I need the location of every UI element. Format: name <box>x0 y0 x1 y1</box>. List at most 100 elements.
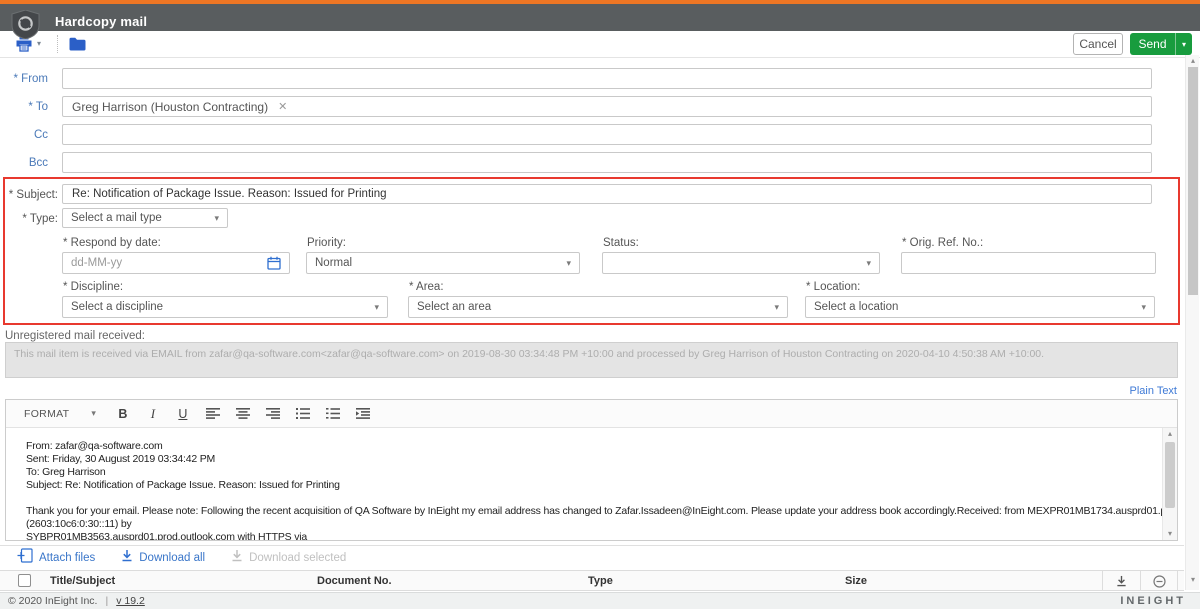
priority-select[interactable]: Normal ▾ <box>306 252 580 274</box>
column-type: Type <box>588 575 613 587</box>
priority-value: Normal <box>315 257 352 269</box>
send-button[interactable]: Send ▾ <box>1130 33 1192 55</box>
footer-divider: | <box>105 595 108 607</box>
attachments-toolbar: Attach files Download all Download selec… <box>0 545 1184 570</box>
attachments-table-header: Title/Subject Document No. Type Size <box>0 570 1184 591</box>
page-title: Hardcopy mail <box>55 14 147 29</box>
attach-files-button[interactable]: Attach files <box>39 552 95 564</box>
editor-scrollbar-thumb[interactable] <box>1165 442 1175 508</box>
plain-text-link[interactable]: Plain Text <box>977 385 1177 397</box>
align-center-icon[interactable] <box>228 404 258 424</box>
action-toolbar <box>0 31 1200 58</box>
respond-by-date-placeholder: dd-MM-yy <box>71 257 122 269</box>
download-all-icon[interactable] <box>121 549 133 567</box>
discipline-label: * Discipline: <box>63 281 123 293</box>
folder-icon[interactable] <box>69 37 86 56</box>
underline-button[interactable]: U <box>168 404 198 424</box>
unregistered-mail-label: Unregistered mail received: <box>5 330 145 342</box>
chevron-down-icon: ▾ <box>214 213 219 224</box>
mail-type-value: Select a mail type <box>71 212 162 224</box>
scroll-down-icon[interactable]: ▾ <box>1186 574 1200 586</box>
column-title-subject: Title/Subject <box>50 575 115 587</box>
editor-toolbar: FORMAT ▾ B I U <box>6 400 1177 428</box>
subject-label: * Subject: <box>0 189 58 201</box>
cancel-button[interactable]: Cancel <box>1073 33 1123 55</box>
select-all-checkbox[interactable] <box>18 574 31 587</box>
location-select[interactable]: Select a location ▾ <box>805 296 1155 318</box>
download-column-icon[interactable] <box>1102 571 1140 591</box>
chevron-down-icon: ▾ <box>866 258 871 269</box>
remove-column-minus-circle-icon[interactable] <box>1140 571 1178 591</box>
remove-recipient-close-icon[interactable]: ✕ <box>278 100 287 113</box>
download-selected-icon[interactable] <box>231 549 243 567</box>
from-field[interactable] <box>62 68 1152 89</box>
send-options-chevron-down-icon[interactable]: ▾ <box>1175 33 1192 55</box>
calendar-icon[interactable] <box>267 256 281 270</box>
bold-button[interactable]: B <box>108 404 138 424</box>
numbered-list-icon[interactable] <box>318 404 348 424</box>
indent-icon[interactable] <box>348 404 378 424</box>
body-line: Thank you for your email. Please note: F… <box>26 505 1161 518</box>
scroll-up-icon[interactable]: ▴ <box>1186 55 1200 67</box>
location-label: * Location: <box>806 281 860 293</box>
to-field[interactable]: Greg Harrison (Houston Contracting) ✕ <box>62 96 1152 117</box>
version-link[interactable]: v 19.2 <box>116 595 145 607</box>
italic-button[interactable]: I <box>138 404 168 424</box>
bulleted-list-icon[interactable] <box>288 404 318 424</box>
attach-files-icon[interactable] <box>17 548 33 568</box>
print-options-chevron-down-icon[interactable]: ▾ <box>37 39 41 48</box>
mail-type-select[interactable]: Select a mail type ▾ <box>62 208 228 228</box>
page-scrollbar-thumb[interactable] <box>1188 67 1198 295</box>
download-all-button[interactable]: Download all <box>139 552 205 564</box>
discipline-select[interactable]: Select a discipline ▾ <box>62 296 388 318</box>
unregistered-mail-textarea[interactable]: This mail item is received via EMAIL fro… <box>5 342 1178 378</box>
align-left-icon[interactable] <box>198 404 228 424</box>
format-chevron-down-icon[interactable]: ▾ <box>91 408 96 419</box>
area-value: Select an area <box>417 301 491 313</box>
orig-ref-no-label: * Orig. Ref. No.: <box>902 237 983 249</box>
mail-body-editor: FORMAT ▾ B I U From: z <box>5 399 1178 541</box>
format-dropdown[interactable]: FORMAT <box>24 408 69 420</box>
hardcopy-mail-window: Hardcopy mail ▾ Cancel Send ▾ * From * T… <box>0 0 1200 609</box>
respond-by-date-input[interactable]: dd-MM-yy <box>62 252 290 274</box>
body-line: From: zafar@qa-software.com <box>26 440 1161 453</box>
bcc-field[interactable] <box>62 152 1152 173</box>
chevron-down-icon: ▾ <box>774 302 779 313</box>
app-footer: © 2020 InEight Inc. | v 19.2 INEIGHT <box>0 592 1200 609</box>
to-label: * To <box>0 101 48 113</box>
subject-field[interactable]: Re: Notification of Package Issue. Reaso… <box>62 184 1152 204</box>
column-document-no: Document No. <box>317 575 392 587</box>
cc-field[interactable] <box>62 124 1152 145</box>
status-label: Status: <box>603 237 639 249</box>
app-header: Hardcopy mail <box>0 4 1200 31</box>
download-selected-button[interactable]: Download selected <box>249 552 346 564</box>
body-line: Sent: Friday, 30 August 2019 03:34:42 PM <box>26 453 1161 466</box>
chevron-down-icon: ▾ <box>1141 302 1146 313</box>
scroll-down-icon[interactable]: ▾ <box>1163 528 1177 540</box>
bcc-label: Bcc <box>0 157 48 169</box>
area-label: * Area: <box>409 281 444 293</box>
area-select[interactable]: Select an area ▾ <box>408 296 788 318</box>
align-right-icon[interactable] <box>258 404 288 424</box>
body-line <box>26 492 1161 505</box>
column-size: Size <box>845 575 867 587</box>
type-label: * Type: <box>0 213 58 225</box>
page-scrollbar[interactable]: ▴ ▾ <box>1185 55 1199 590</box>
editor-scrollbar[interactable]: ▴ ▾ <box>1162 428 1177 540</box>
body-line: SYBPR01MB3563.ausprd01.prod.outlook.com … <box>26 531 1161 540</box>
respond-by-date-label: * Respond by date: <box>63 237 161 249</box>
body-line: To: Greg Harrison <box>26 466 1161 479</box>
print-icon[interactable] <box>15 36 33 57</box>
orig-ref-no-input[interactable] <box>901 252 1156 274</box>
from-label: * From <box>0 73 48 85</box>
chevron-down-icon: ▾ <box>566 258 571 269</box>
editor-body[interactable]: From: zafar@qa-software.com Sent: Friday… <box>6 428 1177 540</box>
scroll-up-icon[interactable]: ▴ <box>1163 428 1177 440</box>
send-button-label[interactable]: Send <box>1130 33 1175 55</box>
priority-label: Priority: <box>307 237 346 249</box>
status-select[interactable]: ▾ <box>602 252 880 274</box>
chevron-down-icon: ▾ <box>374 302 379 313</box>
ineight-shield-logo-icon <box>10 10 41 39</box>
location-value: Select a location <box>814 301 898 313</box>
cc-label: Cc <box>0 129 48 141</box>
